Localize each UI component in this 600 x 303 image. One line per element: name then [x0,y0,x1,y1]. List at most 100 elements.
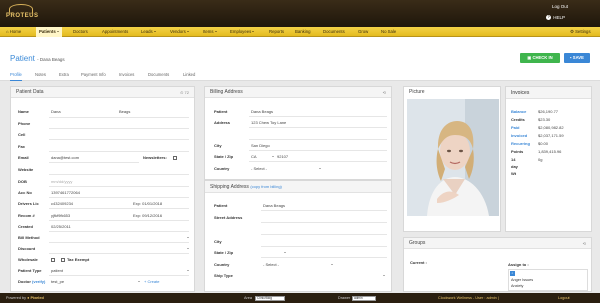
footer-logout-link[interactable]: Logout [558,293,570,303]
main-nav: ⌂ Home Patients Doctors Appointments Lea… [0,27,600,37]
logo[interactable]: PROTEUS [6,4,38,22]
chevron-down-icon [186,31,189,33]
divider [49,242,189,243]
invoice-key[interactable]: Balance [511,108,526,115]
tax-exempt-checkbox[interactable] [61,257,65,262]
recom-field[interactable]: yjfkf9fk653 [51,213,70,218]
save-button[interactable]: ▪ SAVE [564,53,590,63]
nav-documents[interactable]: Documents [320,27,348,37]
logout-link[interactable]: Log Out [552,4,568,9]
shipping-title: Shipping Address [210,184,249,190]
nav-banking[interactable]: Banking [292,27,314,37]
help-icon: ? [546,15,552,20]
nav-home[interactable]: ⌂ Home [3,27,24,37]
nav-employees[interactable]: Employees [227,27,257,37]
drivers-lic-exp[interactable]: Exp: 01/01/2018 [133,201,162,206]
billing-country-select[interactable]: - Select - [251,166,267,171]
billing-state-select[interactable]: CA [251,154,257,159]
nav-appointments[interactable]: Appointments [99,27,131,37]
search-icon[interactable]: ⌕ [510,271,515,276]
shipping-label-shiptype: Ship Type [214,273,233,278]
group-option[interactable]: Anger Issues [511,278,533,282]
label-doctor-text: Doctor [18,279,31,284]
billing-address-field[interactable]: 123 Chew Toy Lane [251,120,286,125]
powered-text: Powered by [6,296,27,300]
tab-payment-info[interactable]: Payment Info [81,69,106,81]
nav-settings[interactable]: ⚙ Settings [567,27,594,37]
doctor-field[interactable]: test_pe [51,279,64,284]
patient-photo[interactable] [407,99,499,216]
area-select[interactable]: Clinic/Bldg [255,295,285,301]
tab-notes[interactable]: Notes [35,69,46,81]
check-in-button[interactable]: ▣ CHECK IN [520,53,560,63]
invoice-value[interactable]: $23.30 [538,116,550,123]
drawer-select[interactable]: admin [352,295,376,301]
divider [249,150,387,151]
doctor-verify-link[interactable]: (verify) [32,279,45,284]
first-name-field[interactable]: Dana [51,109,61,114]
nav-reports[interactable]: Reports [266,27,287,37]
tab-invoices[interactable]: Invoices [119,69,134,81]
invoices-panel: Invoices Balance $26,190.77 Credits $23.30… [505,86,592,232]
nav-items-label: Items [203,29,214,34]
chevron-down-icon [272,156,274,157]
group-option[interactable]: Anxiety [511,284,523,288]
patient-type-select[interactable]: patient [51,268,63,273]
dob-field[interactable]: mm/dd/yyyy [51,179,72,184]
nav-doctors[interactable]: Doctors [70,27,91,37]
picture-heading: Picture [404,87,500,98]
label-dob: DOB [18,179,27,184]
billing-patient-field[interactable]: Dana Beags [251,109,273,114]
invoice-value: $26,190.77 [538,109,559,114]
nav-leads[interactable]: Leads [138,27,159,37]
nav-grow[interactable]: Grow [355,27,371,37]
shipping-label-statezip: State / Zip [214,250,234,255]
tab-linked[interactable]: Linked [183,69,195,81]
doctor-create-link[interactable]: + Create [144,279,159,284]
acc-no-field[interactable]: 1397461772064 [51,190,80,195]
tab-documents[interactable]: Documents [148,69,169,81]
recom-exp[interactable]: Exp: 09/12/2016 [133,213,162,218]
shipping-label-street: Street Address [214,215,243,220]
newsletters-checkbox[interactable] [173,155,177,160]
save-label: SAVE [572,55,584,60]
tab-extra[interactable]: Extra [59,69,69,81]
shipping-patient-field[interactable]: Dana Beags [263,203,285,208]
groups-assign-list[interactable]: ⌕ Anger Issues Anxiety [508,269,588,291]
invoice-key: Credits [511,117,525,122]
billing-refresh-icon[interactable]: ⟲ [383,87,386,98]
nav-items[interactable]: Items [200,27,220,37]
tab-profile[interactable]: Profile [10,69,22,81]
billing-label-statezip: State / Zip [214,154,234,159]
discount-select[interactable] [51,246,183,251]
chevron-down-icon [331,264,333,265]
nav-vendors[interactable]: Vendors [167,27,192,37]
website-field[interactable] [51,167,187,172]
invoice-key[interactable]: Recurring [511,140,530,147]
label-patient-type: Patient Type [18,268,42,273]
shipping-country-select[interactable]: - Select - [263,262,279,267]
drivers-lic-field[interactable]: c432409234 [51,201,73,206]
nav-patients[interactable]: Patients [36,27,62,37]
cell-field[interactable] [51,132,187,137]
wholesale-checkbox[interactable] [51,257,55,262]
nav-leads-label: Leads [141,29,153,34]
bill-method-select[interactable] [51,235,183,240]
phone-field[interactable] [51,121,187,126]
divider [249,139,387,140]
help-button[interactable]: ? HELP [546,15,565,20]
invoice-key[interactable]: Paid [511,124,519,131]
invoice-key: 14 day Wt [511,157,518,176]
newsletters-label: Newsletters: [143,155,167,160]
invoice-value: $0.00 [538,141,549,146]
nav-no-sale[interactable]: No Sale [378,27,399,37]
fax-field[interactable] [51,144,187,149]
invoice-key[interactable]: Invoiced [511,132,527,139]
last-name-field[interactable]: Beags [119,109,130,114]
label-created: Created [18,224,33,229]
copy-from-billing-link[interactable]: (copy from billing) [250,184,282,189]
groups-refresh-icon[interactable]: ⟲ [583,238,586,249]
email-field[interactable]: dana@test.com [51,155,79,160]
billing-city-field[interactable]: San Diego [251,143,270,148]
billing-zip-field[interactable]: 92107 [277,154,288,159]
